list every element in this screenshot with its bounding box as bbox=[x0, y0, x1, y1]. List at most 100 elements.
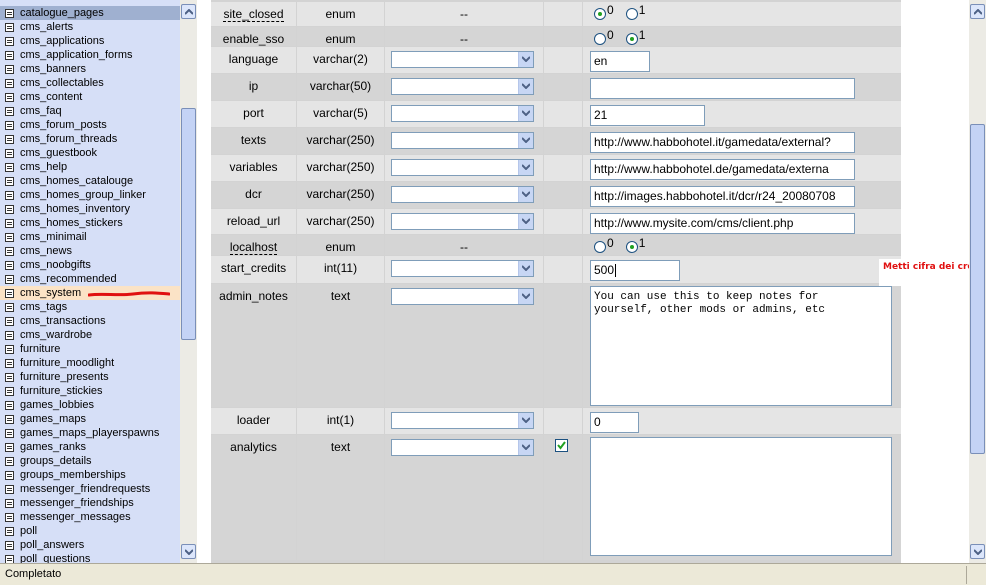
function-select[interactable] bbox=[391, 105, 534, 122]
table-list-item[interactable]: cms_help bbox=[0, 160, 180, 174]
table-list-item[interactable]: furniture_moodlight bbox=[0, 356, 180, 370]
field-row-port: port varchar(5) 21 bbox=[211, 101, 901, 127]
value-input[interactable]: http://www.mysite.com/cms/client.php bbox=[590, 213, 855, 234]
table-list-item[interactable]: cms_collectables bbox=[0, 76, 180, 90]
table-list-item[interactable]: poll_answers bbox=[0, 538, 180, 552]
table-icon bbox=[5, 93, 14, 102]
table-list-item[interactable]: catalogue_pages bbox=[0, 6, 180, 20]
null-cell bbox=[544, 2, 582, 26]
table-list-item[interactable]: cms_homes_catalouge bbox=[0, 174, 180, 188]
value-input[interactable]: en bbox=[590, 51, 650, 72]
table-list-item[interactable]: cms_application_forms bbox=[0, 48, 180, 62]
table-list-item[interactable]: furniture_presents bbox=[0, 370, 180, 384]
table-list-item[interactable]: cms_forum_threads bbox=[0, 132, 180, 146]
table-list-item[interactable]: cms_recommended bbox=[0, 272, 180, 286]
function-cell bbox=[385, 74, 543, 100]
right-scrollbar[interactable] bbox=[969, 0, 986, 563]
function-placeholder: -- bbox=[460, 240, 468, 254]
table-list-item[interactable]: cms_faq bbox=[0, 104, 180, 118]
value-input[interactable]: http://www.habbohotel.de/gamedata/extern… bbox=[590, 159, 855, 180]
function-select[interactable] bbox=[391, 288, 534, 305]
table-list-item[interactable]: cms_homes_group_linker bbox=[0, 188, 180, 202]
table-list-item[interactable]: poll bbox=[0, 524, 180, 538]
table-list-item[interactable]: cms_applications bbox=[0, 34, 180, 48]
table-list-item[interactable]: cms_guestbook bbox=[0, 146, 180, 160]
scroll-up-button[interactable] bbox=[181, 4, 196, 19]
radio-option-1[interactable] bbox=[625, 240, 638, 253]
table-list-item[interactable]: poll_questions bbox=[0, 552, 180, 563]
table-list-item[interactable]: cms_banners bbox=[0, 62, 180, 76]
value-input[interactable] bbox=[590, 78, 855, 99]
function-select[interactable] bbox=[391, 186, 534, 203]
dropdown-arrow[interactable] bbox=[518, 187, 533, 202]
table-list-item[interactable]: games_maps bbox=[0, 412, 180, 426]
table-list-item[interactable]: cms_wardrobe bbox=[0, 328, 180, 342]
left-scrollbar[interactable] bbox=[180, 0, 197, 563]
dropdown-arrow[interactable] bbox=[518, 440, 533, 455]
field-name-cell: enable_sso bbox=[211, 27, 296, 46]
radio-option-0[interactable] bbox=[594, 32, 606, 45]
function-select[interactable] bbox=[391, 132, 534, 149]
table-name: cms_content bbox=[20, 91, 83, 103]
value-input[interactable]: http://www.habbohotel.it/gamedata/extern… bbox=[590, 132, 855, 153]
table-list-item[interactable]: cms_homes_stickers bbox=[0, 216, 180, 230]
field-row-texts: texts varchar(250) http://www.habbohotel.i… bbox=[211, 128, 901, 154]
dropdown-arrow[interactable] bbox=[518, 79, 533, 94]
value-input[interactable]: 500 bbox=[590, 260, 680, 281]
radio-option-1[interactable] bbox=[625, 32, 638, 45]
value-textarea[interactable] bbox=[590, 437, 892, 556]
value-text: 500 bbox=[594, 263, 615, 277]
dropdown-arrow[interactable] bbox=[518, 214, 533, 229]
scroll-up-button[interactable] bbox=[970, 4, 985, 19]
radio-option-0[interactable] bbox=[594, 7, 606, 20]
table-list-item[interactable]: cms_forum_posts bbox=[0, 118, 180, 132]
dropdown-arrow[interactable] bbox=[518, 413, 533, 428]
radio-option-0[interactable] bbox=[594, 240, 606, 253]
table-list-item[interactable]: games_ranks bbox=[0, 440, 180, 454]
scroll-down-button[interactable] bbox=[181, 544, 196, 559]
table-list-item[interactable]: games_lobbies bbox=[0, 398, 180, 412]
table-list-item[interactable]: groups_details bbox=[0, 454, 180, 468]
dropdown-arrow[interactable] bbox=[518, 133, 533, 148]
function-select[interactable] bbox=[391, 412, 534, 429]
function-select[interactable] bbox=[391, 213, 534, 230]
dropdown-arrow[interactable] bbox=[518, 289, 533, 304]
dropdown-arrow[interactable] bbox=[518, 261, 533, 276]
table-list-item[interactable]: cms_minimail bbox=[0, 230, 180, 244]
function-select[interactable] bbox=[391, 78, 534, 95]
table-list-item[interactable]: cms_noobgifts bbox=[0, 258, 180, 272]
table-list-item[interactable]: messenger_messages bbox=[0, 510, 180, 524]
radio-option-1[interactable] bbox=[625, 7, 638, 20]
table-list-item[interactable]: furniture bbox=[0, 342, 180, 356]
scroll-thumb[interactable] bbox=[181, 108, 196, 340]
table-list-item[interactable]: cms_news bbox=[0, 244, 180, 258]
table-list-item[interactable]: cms_alerts bbox=[0, 20, 180, 34]
function-select[interactable] bbox=[391, 439, 534, 456]
scroll-thumb[interactable] bbox=[970, 124, 985, 454]
function-select[interactable] bbox=[391, 260, 534, 277]
table-list-item[interactable]: messenger_friendrequests bbox=[0, 482, 180, 496]
table-list-item[interactable]: cms_tags bbox=[0, 300, 180, 314]
table-list-item[interactable]: messenger_friendships bbox=[0, 496, 180, 510]
table-list-item[interactable]: cms_homes_inventory bbox=[0, 202, 180, 216]
null-checkbox[interactable] bbox=[555, 439, 568, 452]
dropdown-arrow[interactable] bbox=[518, 160, 533, 175]
table-list-item[interactable]: games_maps_playerspawns bbox=[0, 426, 180, 440]
table-list-item[interactable]: furniture_stickies bbox=[0, 384, 180, 398]
table-icon bbox=[5, 541, 14, 550]
field-row-variables: variables varchar(250) http://www.habbohot… bbox=[211, 155, 901, 181]
dropdown-arrow[interactable] bbox=[518, 106, 533, 121]
value-input[interactable]: 21 bbox=[590, 105, 705, 126]
table-list-item[interactable]: cms_content bbox=[0, 90, 180, 104]
table-list-item[interactable]: cms_transactions bbox=[0, 314, 180, 328]
table-name: cms_banners bbox=[20, 63, 87, 75]
value-textarea[interactable]: You can use this to keep notes for yours… bbox=[590, 286, 892, 406]
function-select[interactable] bbox=[391, 159, 534, 176]
scroll-down-button[interactable] bbox=[970, 544, 985, 559]
field-type: int(1) bbox=[326, 413, 355, 427]
value-input[interactable]: http://images.habbohotel.it/dcr/r24_2008… bbox=[590, 186, 855, 207]
value-input[interactable]: 0 bbox=[590, 412, 639, 433]
function-select[interactable] bbox=[391, 51, 534, 68]
dropdown-arrow[interactable] bbox=[518, 52, 533, 67]
table-list-item[interactable]: groups_memberships bbox=[0, 468, 180, 482]
